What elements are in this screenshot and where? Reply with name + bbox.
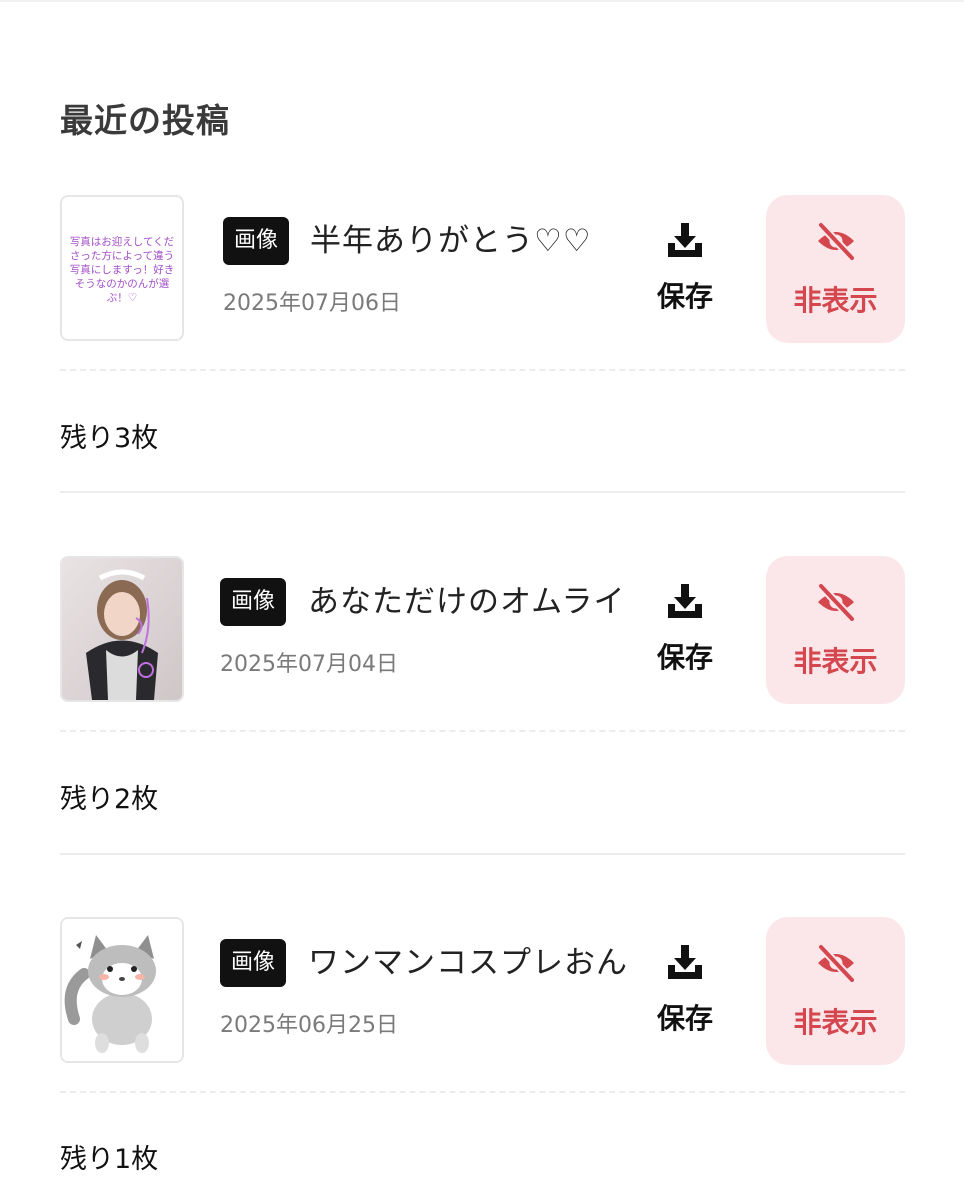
- download-tray-icon: [668, 945, 702, 979]
- top-divider: [0, 0, 964, 2]
- type-badge: 画像: [220, 939, 287, 987]
- download-tray-icon: [668, 223, 702, 257]
- post-card[interactable]: 画像 ワンマンコスプレおん 2025年06月25日 保存 非表示: [60, 917, 905, 1067]
- post-title[interactable]: ワンマンコスプレおん: [308, 937, 628, 989]
- hide-label: 非表示: [793, 284, 878, 317]
- save-label: 保存: [656, 280, 713, 313]
- post-card[interactable]: 写真はお迎えしてくださった方によって違う写真にしますっ！好きそうなのかのんが選ぶ…: [60, 195, 905, 345]
- hide-button[interactable]: 非表示: [766, 556, 905, 704]
- post-thumbnail[interactable]: 写真はお迎えしてくださった方によって違う写真にしますっ！好きそうなのかのんが選ぶ…: [60, 195, 184, 341]
- post-thumbnail[interactable]: [60, 917, 184, 1063]
- hide-label: 非表示: [793, 645, 878, 678]
- remaining-count: 残り1枚: [60, 1144, 159, 1175]
- save-button[interactable]: 保存: [645, 937, 725, 1037]
- cosplay-photo: [62, 558, 182, 700]
- hide-button[interactable]: 非表示: [766, 195, 905, 343]
- hide-label: 非表示: [793, 1006, 878, 1039]
- dashed-divider: [60, 369, 905, 371]
- eye-slash-icon: [817, 582, 856, 622]
- remaining-count: 残り2枚: [60, 784, 159, 815]
- dashed-divider: [60, 1091, 905, 1093]
- save-label: 保存: [656, 1002, 713, 1035]
- remaining-count: 残り3枚: [60, 423, 159, 454]
- post-card[interactable]: 画像 あなただけのオムライ 2025年07月04日 保存 非表示: [60, 556, 905, 706]
- wolf-illustration: [62, 919, 182, 1061]
- post-date: 2025年07月04日: [220, 652, 398, 677]
- hide-button[interactable]: 非表示: [766, 917, 905, 1065]
- post-date: 2025年06月25日: [220, 1013, 398, 1038]
- post-divider: [60, 491, 905, 493]
- post-date: 2025年07月06日: [223, 291, 401, 316]
- dashed-divider: [60, 730, 905, 732]
- save-button[interactable]: 保存: [645, 215, 725, 315]
- download-tray-icon: [668, 584, 702, 618]
- eye-slash-icon: [817, 221, 856, 261]
- type-badge: 画像: [223, 217, 290, 265]
- section-title: 最近の投稿: [60, 101, 230, 140]
- post-title[interactable]: 半年ありがとう♡♡: [310, 215, 592, 267]
- post-thumbnail[interactable]: [60, 556, 184, 702]
- post-title[interactable]: あなただけのオムライ: [308, 576, 626, 628]
- post-divider: [60, 853, 905, 855]
- save-button[interactable]: 保存: [645, 576, 725, 676]
- type-badge: 画像: [220, 578, 287, 626]
- eye-slash-icon: [817, 943, 856, 983]
- thumbnail-caption: 写真はお迎えしてくださった方によって違う写真にしますっ！好きそうなのかのんが選ぶ…: [69, 236, 175, 304]
- save-label: 保存: [656, 641, 713, 674]
